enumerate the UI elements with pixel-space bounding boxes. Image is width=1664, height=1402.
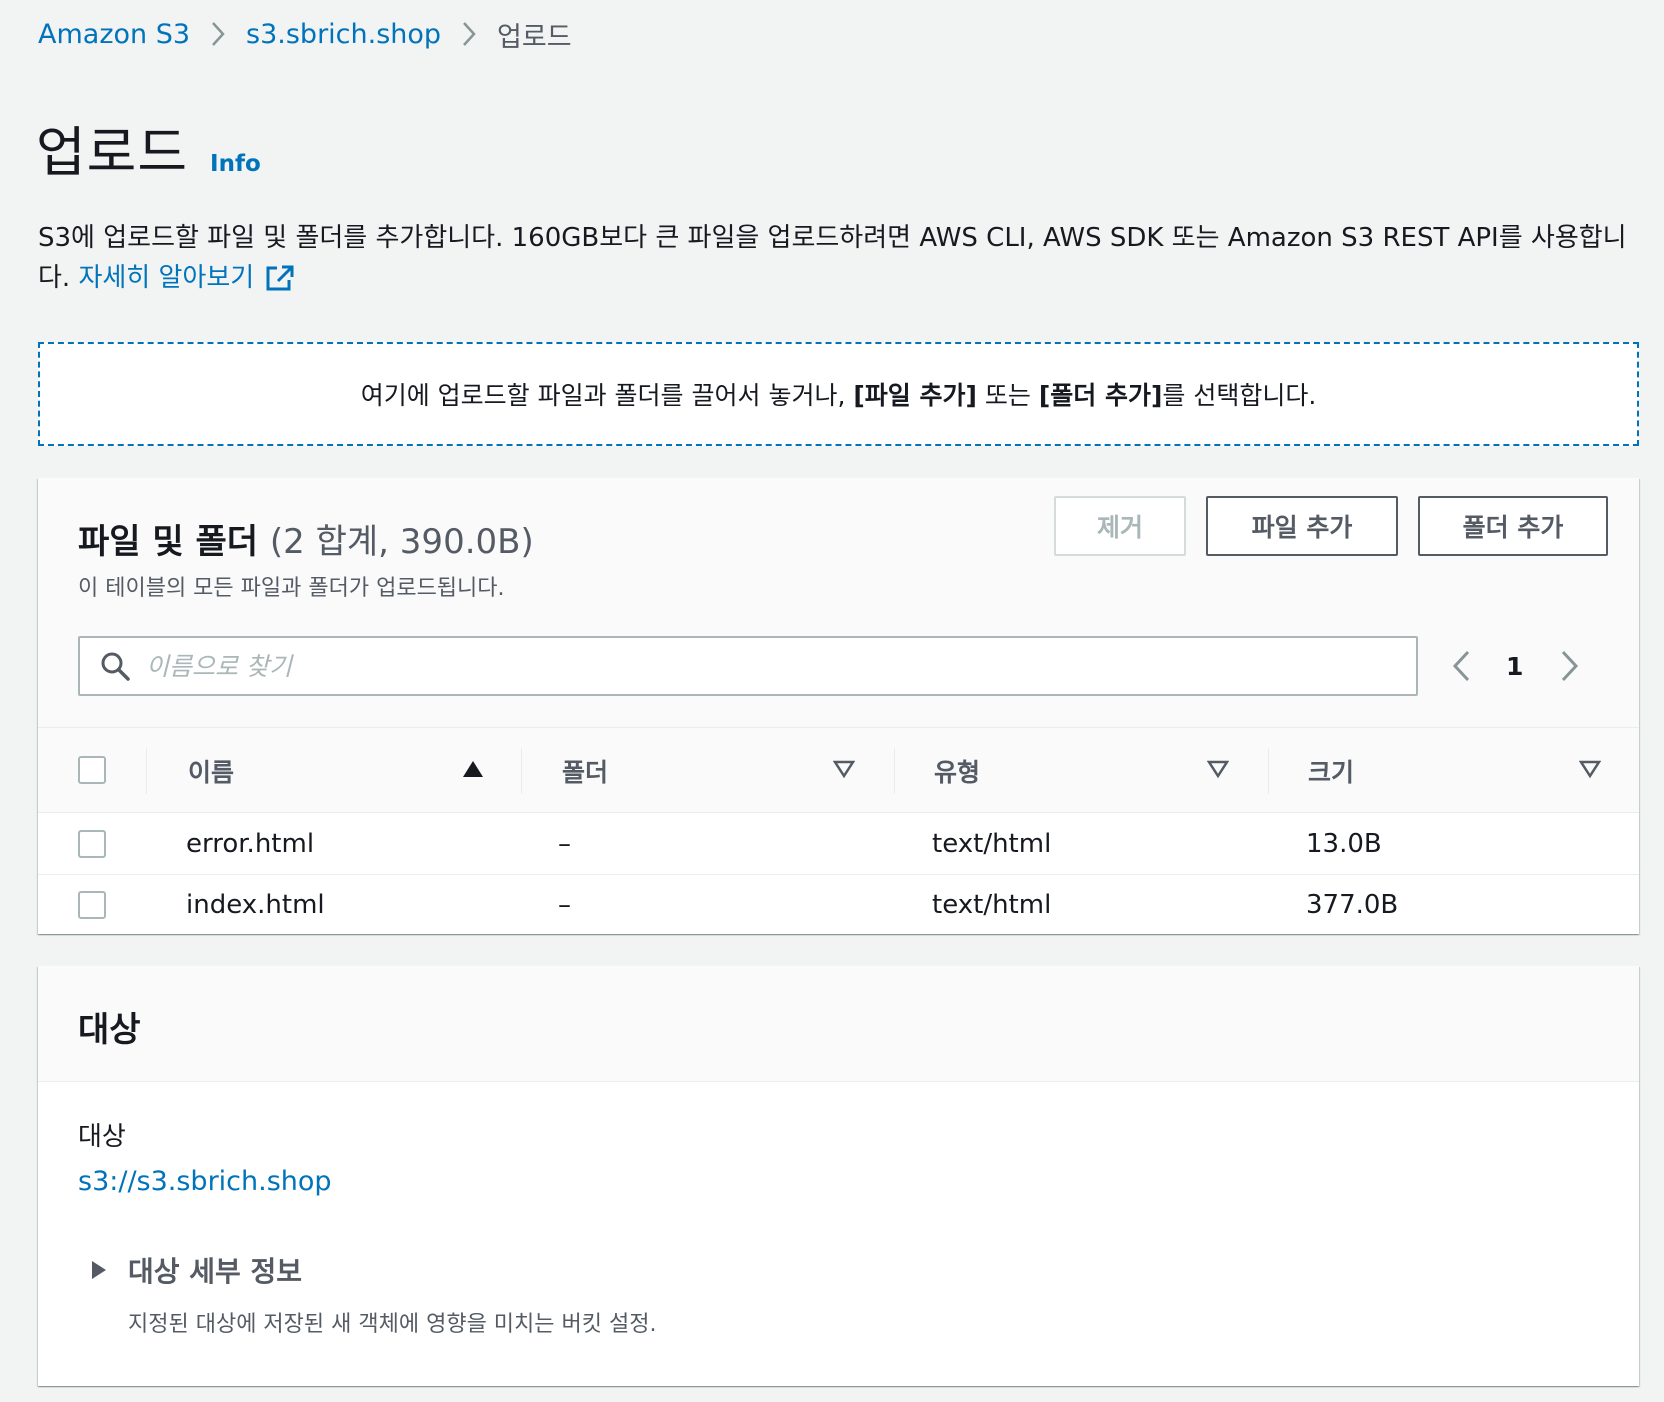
cell-type: text/html bbox=[932, 890, 1052, 920]
search-box bbox=[78, 636, 1418, 696]
dropzone-text-or: 또는 bbox=[976, 381, 1039, 410]
cell-name: index.html bbox=[186, 890, 325, 920]
search-icon bbox=[100, 651, 130, 681]
next-page-icon[interactable] bbox=[1559, 649, 1581, 683]
breadcrumb-current: 업로드 bbox=[497, 21, 572, 53]
table-header: 이름 폴더 유형 크기 bbox=[38, 727, 1639, 813]
destination-panel-header: 대상 bbox=[38, 966, 1639, 1082]
files-panel-title: 파일 및 폴더 (2 합계, 390.0B) bbox=[78, 514, 534, 563]
destination-link[interactable]: s3://s3.sbrich.shop bbox=[78, 1166, 332, 1197]
destination-details-toggle[interactable]: 대상 세부 정보 bbox=[90, 1250, 302, 1290]
cell-type: text/html bbox=[932, 829, 1052, 859]
sort-caret-icon[interactable] bbox=[1206, 759, 1230, 783]
dropzone-text-after: 를 선택합니다. bbox=[1162, 381, 1317, 410]
destination-panel: 대상 대상 s3://s3.sbrich.shop 대상 세부 정보 지정된 대… bbox=[38, 966, 1639, 1386]
files-count: (2 합계, 390.0B) bbox=[269, 522, 534, 562]
sort-ascending-icon[interactable] bbox=[462, 759, 484, 783]
remove-button[interactable]: 제거 bbox=[1054, 496, 1186, 556]
table-row[interactable]: error.html – text/html 13.0B bbox=[38, 814, 1639, 874]
files-panel-subtitle: 이 테이블의 모든 파일과 폴더가 업로드됩니다. bbox=[78, 576, 505, 601]
column-separator bbox=[894, 748, 895, 794]
page-title: 업로드 bbox=[36, 121, 189, 184]
previous-page-icon[interactable] bbox=[1450, 649, 1472, 683]
dropzone-text-before: 여기에 업로드할 파일과 폴더를 끌어서 놓거나, bbox=[360, 381, 854, 410]
files-and-folders-panel: 파일 및 폴더 (2 합계, 390.0B) 이 테이블의 모든 파일과 폴더가… bbox=[38, 478, 1639, 934]
cell-folder: – bbox=[558, 829, 571, 859]
pagination: 1 bbox=[1450, 636, 1581, 696]
page-header: 업로드 Info bbox=[36, 108, 261, 187]
cell-size: 377.0B bbox=[1306, 890, 1399, 920]
page-description: S3에 업로드할 파일 및 폴더를 추가합니다. 160GB보다 큰 파일을 업… bbox=[38, 218, 1628, 303]
dropzone-add-files-label: [파일 추가] bbox=[853, 381, 977, 410]
column-header-size[interactable]: 크기 bbox=[1308, 728, 1354, 814]
dropzone-add-folder-label: [폴더 추가] bbox=[1038, 381, 1163, 410]
column-header-folder[interactable]: 폴더 bbox=[562, 728, 608, 814]
column-header-name[interactable]: 이름 bbox=[188, 728, 234, 814]
search-input[interactable] bbox=[146, 651, 1346, 681]
destination-title: 대상 bbox=[78, 1010, 141, 1050]
sort-caret-icon[interactable] bbox=[832, 759, 856, 783]
column-separator bbox=[521, 748, 522, 794]
column-header-type[interactable]: 유형 bbox=[934, 728, 980, 814]
sort-caret-icon[interactable] bbox=[1578, 759, 1602, 783]
files-title-text: 파일 및 폴더 bbox=[78, 522, 259, 562]
table-row[interactable]: index.html – text/html 377.0B bbox=[38, 874, 1639, 934]
chevron-right-icon bbox=[190, 19, 246, 49]
destination-details-description: 지정된 대상에 저장된 새 객체에 영향을 미치는 버킷 설정. bbox=[128, 1312, 657, 1337]
add-folder-button[interactable]: 폴더 추가 bbox=[1418, 496, 1608, 556]
breadcrumb-link-amazon-s3[interactable]: Amazon S3 bbox=[38, 19, 190, 50]
column-separator bbox=[1268, 748, 1269, 794]
caret-right-icon bbox=[90, 1259, 108, 1281]
cell-name: error.html bbox=[186, 829, 315, 859]
learn-more-link[interactable]: 자세히 알아보기 bbox=[78, 263, 254, 293]
column-separator bbox=[146, 748, 147, 794]
destination-details-label: 대상 세부 정보 bbox=[128, 1255, 303, 1288]
breadcrumb: Amazon S3 s3.sbrich.shop 업로드 bbox=[38, 14, 572, 54]
info-link[interactable]: Info bbox=[210, 151, 261, 177]
cell-folder: – bbox=[558, 890, 571, 920]
dropzone-text: 여기에 업로드할 파일과 폴더를 끌어서 놓거나, [파일 추가] 또는 [폴더… bbox=[361, 376, 1317, 412]
external-link-icon[interactable] bbox=[266, 263, 294, 303]
row-checkbox[interactable] bbox=[78, 830, 106, 858]
destination-label: 대상 bbox=[78, 1122, 126, 1152]
select-all-checkbox[interactable] bbox=[78, 756, 106, 784]
add-files-button[interactable]: 파일 추가 bbox=[1206, 496, 1398, 556]
chevron-right-icon bbox=[441, 19, 497, 49]
cell-size: 13.0B bbox=[1306, 829, 1382, 859]
row-checkbox[interactable] bbox=[78, 891, 106, 919]
page-number[interactable]: 1 bbox=[1506, 652, 1523, 681]
upload-dropzone[interactable]: 여기에 업로드할 파일과 폴더를 끌어서 놓거나, [파일 추가] 또는 [폴더… bbox=[38, 342, 1639, 446]
breadcrumb-link-bucket[interactable]: s3.sbrich.shop bbox=[246, 19, 441, 50]
